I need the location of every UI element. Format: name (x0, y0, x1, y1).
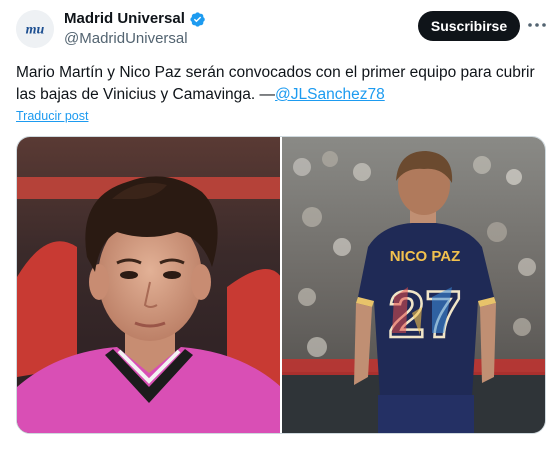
verified-badge-icon (190, 11, 205, 27)
tweet-card: mu Madrid Universal @MadridUniversal Sus… (0, 0, 556, 450)
madrid-universal-logo-icon: mu (16, 10, 54, 48)
avatar[interactable]: mu (16, 10, 54, 48)
name-row: Madrid Universal (64, 10, 206, 28)
svg-text:mu: mu (26, 23, 45, 38)
player-portrait-photo-icon (17, 137, 280, 433)
mention-link[interactable]: @JLSanchez78 (275, 86, 385, 103)
more-options-icon[interactable] (526, 14, 548, 36)
display-name[interactable]: Madrid Universal (64, 10, 185, 28)
translate-post-link[interactable]: Traducir post (16, 109, 88, 123)
subscribe-button[interactable]: Suscribirse (418, 11, 520, 41)
ellipsis-icon (528, 23, 546, 27)
player-back-photo-icon: NICO PAZ 27 (282, 137, 545, 433)
jersey-name: NICO PAZ (390, 248, 461, 265)
media-image-left[interactable] (17, 137, 280, 433)
tweet-text: Mario Martín y Nico Paz serán convocados… (16, 62, 536, 106)
media-image-right[interactable]: NICO PAZ 27 (282, 137, 545, 433)
media-grid: NICO PAZ 27 (16, 136, 546, 434)
user-handle[interactable]: @MadridUniversal (64, 30, 188, 48)
